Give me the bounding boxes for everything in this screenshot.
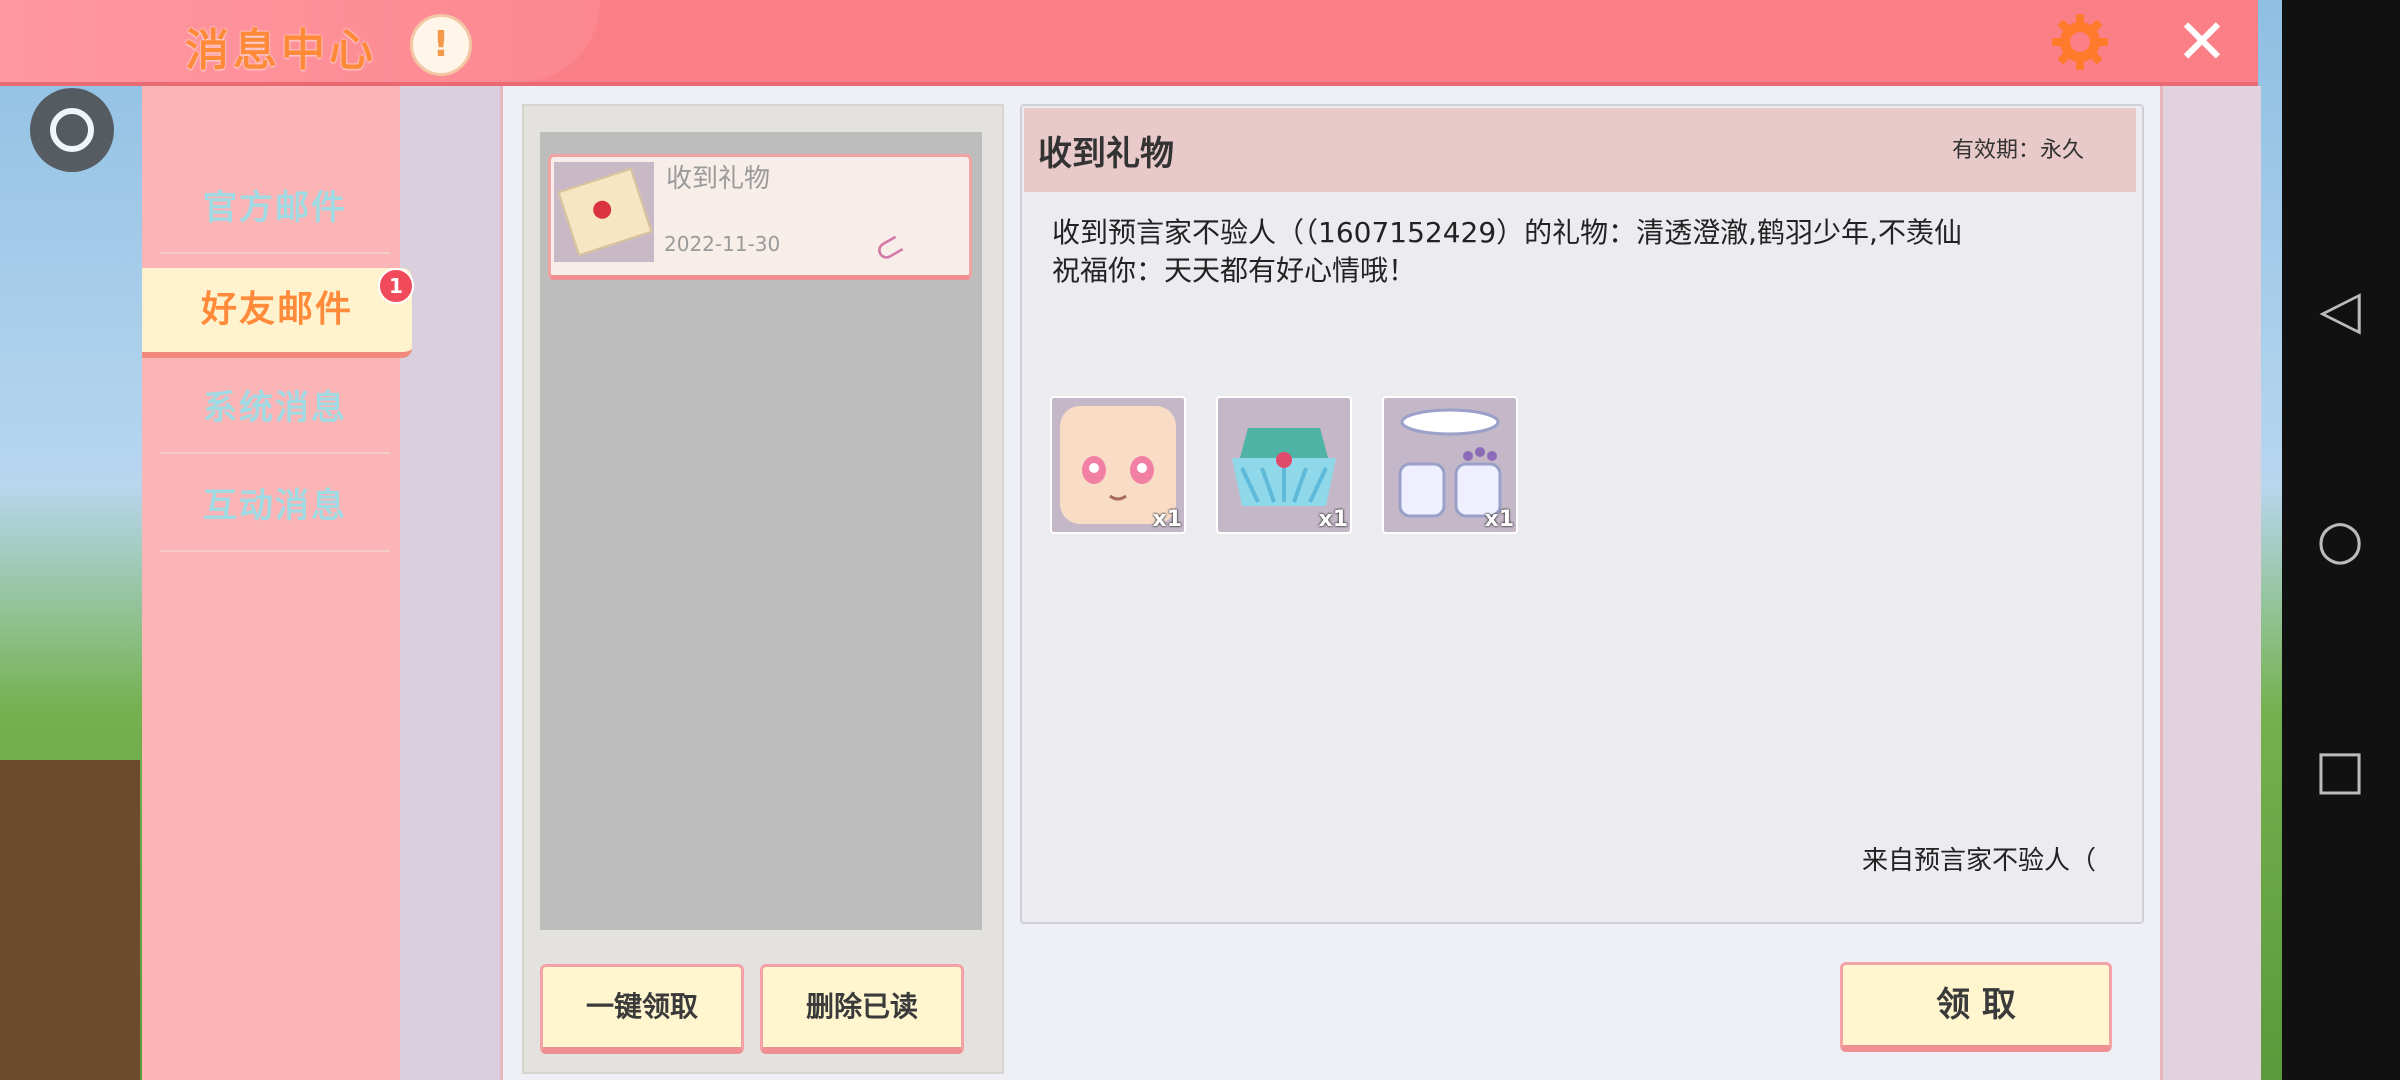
floating-assist-button[interactable] — [30, 88, 114, 172]
gift-item[interactable]: x1 — [1382, 396, 1518, 534]
settings-gear-icon[interactable] — [2048, 10, 2112, 74]
page-title: 消息中心 — [185, 25, 377, 76]
tab-interaction-messages[interactable]: 互动消息 — [160, 476, 390, 536]
tab-divider — [160, 452, 390, 454]
mail-item-title: 收到礼物 — [666, 164, 771, 194]
item-count: x1 — [1484, 507, 1515, 532]
gift-item[interactable]: x1 — [1216, 396, 1352, 534]
unread-badge: 1 — [378, 268, 414, 304]
close-icon[interactable]: ✕ — [2172, 11, 2232, 74]
mail-detail-title: 收到礼物 — [1038, 134, 1174, 174]
info-button[interactable]: ! — [410, 14, 472, 76]
recents-icon[interactable]: □ — [2310, 740, 2370, 800]
claim-all-button[interactable]: 一键领取 — [540, 964, 744, 1054]
mail-sender: 来自预言家不验人（ — [1862, 846, 2097, 876]
tab-official-mail[interactable]: 官方邮件 — [160, 178, 390, 238]
right-border-strip — [2160, 86, 2261, 1080]
home-icon[interactable]: ○ — [2310, 510, 2370, 570]
gift-item[interactable]: x1 — [1050, 396, 1186, 534]
item-count: x1 — [1152, 507, 1183, 532]
claim-button[interactable]: 领 取 — [1840, 962, 2112, 1052]
tab-friend-mail[interactable]: 好友邮件 — [142, 268, 412, 358]
mail-item-date: 2022-11-30 — [664, 232, 781, 256]
mail-body-text: 收到预言家不验人（（1607152429）的礼物：清透澄澈,鹤羽少年,不羡仙 祝… — [1052, 216, 1962, 287]
delete-read-button[interactable]: 删除已读 — [760, 964, 964, 1054]
validity-label: 有效期：永久 — [1952, 138, 2085, 163]
item-count: x1 — [1318, 507, 1349, 532]
tab-divider — [160, 550, 390, 552]
sidebar-divider-strip — [400, 86, 500, 1080]
tab-system-messages[interactable]: 系统消息 — [160, 378, 390, 438]
back-icon[interactable]: ◁ — [2310, 280, 2370, 340]
tab-divider — [160, 252, 390, 254]
ground-block — [0, 760, 140, 1080]
